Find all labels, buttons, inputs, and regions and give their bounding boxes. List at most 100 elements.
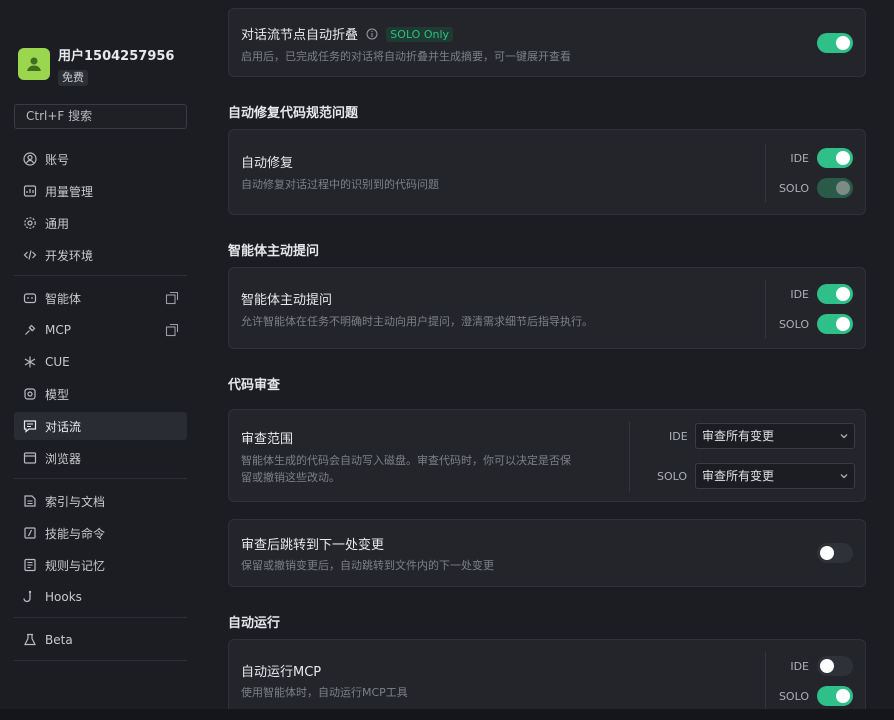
autofix-solo-label: SOLO — [778, 181, 809, 195]
review-solo-select[interactable]: 审查所有变更 — [695, 463, 855, 489]
sidebar-item-rules[interactable]: 规则与记忆 — [14, 551, 187, 579]
solo-only-badge: SOLO Only — [386, 27, 454, 42]
hooks-icon — [22, 589, 38, 605]
user-block: 用户1504257956 免费 — [18, 48, 174, 86]
sidebar-item-label: 通用 — [45, 216, 70, 231]
sidebar-item-hooks[interactable]: Hooks — [14, 583, 187, 611]
sidebar-item-label: MCP — [45, 323, 71, 337]
sidebar-divider — [14, 617, 187, 618]
sidebar-item-label: Beta — [45, 633, 73, 647]
sidebar-item-skills[interactable]: 技能与命令 — [14, 519, 187, 547]
account-icon — [22, 151, 38, 167]
user-name: 用户1504257956 — [58, 49, 175, 64]
jump-card: 审查后跳转到下一处变更 保留或撤销变更后，自动跳转到文件内的下一处变更 — [228, 519, 866, 587]
index-icon — [22, 493, 38, 509]
user-icon — [27, 57, 41, 71]
review-desc-line2: 留或撤销这些改动。 — [241, 471, 340, 484]
sidebar-divider — [14, 478, 187, 479]
external-link-icon[interactable] — [165, 291, 179, 305]
browser-icon — [22, 450, 38, 466]
external-link-icon[interactable] — [165, 323, 179, 337]
ask-solo-toggle[interactable] — [817, 314, 853, 334]
ask-solo-label: SOLO — [778, 317, 809, 331]
sidebar-item-agent[interactable]: 智能体 — [14, 284, 187, 312]
autofix-desc: 自动修复对话过程中的识别到的代码问题 — [241, 178, 439, 191]
jump-toggle[interactable] — [817, 543, 853, 563]
sidebar-item-label: 开发环境 — [45, 248, 94, 263]
ask-ide-toggle[interactable] — [817, 284, 853, 304]
agent-icon — [22, 290, 38, 306]
gear-icon — [22, 215, 38, 231]
autorun-card: 自动运行MCP 使用智能体时，自动运行MCP工具 IDE SOLO — [228, 639, 866, 719]
review-ide-select[interactable]: 审查所有变更 — [695, 423, 855, 449]
sidebar-item-beta[interactable]: Beta — [14, 626, 187, 654]
sidebar-item-account[interactable]: 账号 — [14, 145, 187, 173]
sidebar-item-label: 账号 — [45, 152, 70, 167]
jump-desc: 保留或撤销变更后，自动跳转到文件内的下一处变更 — [241, 559, 494, 572]
sidebar-item-label: 浏览器 — [45, 451, 82, 466]
search-input[interactable]: Ctrl+F 搜索 — [14, 104, 187, 129]
rules-icon — [22, 557, 38, 573]
sidebar-item-label: 用量管理 — [45, 184, 94, 199]
sidebar-item-label: CUE — [45, 355, 70, 369]
sidebar-item-label: 索引与文档 — [45, 494, 106, 509]
autorun-solo-label: SOLO — [778, 689, 809, 703]
sidebar-item-mcp[interactable]: MCP — [14, 316, 187, 344]
autorun-solo-toggle[interactable] — [817, 686, 853, 706]
review-solo-label: SOLO — [657, 470, 688, 483]
ask-ide-label: IDE — [790, 287, 809, 301]
code-icon — [22, 247, 38, 263]
horizontal-scrollbar[interactable] — [0, 709, 894, 720]
review-title: 审查范围 — [241, 432, 294, 447]
review-desc-line1: 智能体生成的代码会自动写入磁盘。审查代码时，你可以决定是否保 — [241, 454, 571, 467]
review-card: 审查范围 智能体生成的代码会自动写入磁盘。审查代码时，你可以决定是否保 留或撤销… — [228, 409, 866, 502]
chevron-down-icon — [840, 474, 848, 479]
autorun-section-title: 自动运行 — [228, 616, 281, 631]
autofix-card: 自动修复 自动修复对话过程中的识别到的代码问题 IDE SOLO — [228, 129, 866, 215]
usage-icon — [22, 183, 38, 199]
review-section-title: 代码审查 — [228, 378, 281, 393]
autofix-solo-toggle[interactable] — [817, 178, 853, 198]
sidebar-item-usage[interactable]: 用量管理 — [14, 177, 187, 205]
jump-title: 审查后跳转到下一处变更 — [241, 538, 385, 553]
sidebar-item-gear[interactable]: 通用 — [14, 209, 187, 237]
sidebar-nav: 账号用量管理通用开发环境智能体 MCP CUE 模型对话流浏览器索引与文档技能与命令规… — [14, 145, 187, 669]
autorun-ide-label: IDE — [790, 659, 809, 673]
review-ide-label: IDE — [669, 430, 688, 443]
sidebar-item-label: 对话流 — [45, 419, 82, 434]
review-divider — [629, 422, 630, 492]
sidebar-item-label: 技能与命令 — [45, 526, 106, 541]
sidebar-item-chat-flow[interactable]: 对话流 — [14, 412, 187, 440]
autorun-title: 自动运行MCP — [241, 665, 322, 680]
sidebar-item-cue[interactable]: CUE — [14, 348, 187, 376]
avatar[interactable] — [18, 48, 50, 80]
cue-icon — [22, 354, 38, 370]
sidebar-item-label: 规则与记忆 — [45, 558, 106, 573]
model-icon — [22, 386, 38, 402]
sidebar-divider — [14, 275, 187, 276]
autorun-desc: 使用智能体时，自动运行MCP工具 — [241, 686, 408, 699]
autofix-section-title: 自动修复代码规范问题 — [228, 106, 359, 121]
fold-toggle[interactable] — [817, 33, 853, 53]
skills-icon — [22, 525, 38, 541]
sidebar-item-model[interactable]: 模型 — [14, 380, 187, 408]
beta-icon — [22, 632, 38, 648]
info-icon[interactable] — [366, 28, 378, 40]
fold-title-row: 对话流节点自动折叠 SOLO Only — [241, 24, 454, 43]
sidebar-item-index[interactable]: 索引与文档 — [14, 487, 187, 515]
sidebar-item-code[interactable]: 开发环境 — [14, 241, 187, 269]
review-ide-value: 审查所有变更 — [702, 429, 775, 443]
review-solo-value: 审查所有变更 — [702, 469, 775, 483]
autofix-title: 自动修复 — [241, 156, 294, 171]
autofix-ide-label: IDE — [790, 151, 809, 165]
sidebar-item-browser[interactable]: 浏览器 — [14, 444, 187, 472]
mcp-icon — [22, 322, 38, 338]
sidebar-item-label: 模型 — [45, 387, 70, 402]
fold-title: 对话流节点自动折叠 — [241, 28, 359, 43]
autorun-ide-toggle[interactable] — [817, 656, 853, 676]
autofix-divider — [765, 144, 766, 202]
autorun-divider — [765, 652, 766, 710]
sidebar: 用户1504257956 免费 Ctrl+F 搜索 账号用量管理通用开发环境智能… — [0, 0, 200, 720]
autofix-ide-toggle[interactable] — [817, 148, 853, 168]
ask-divider — [765, 280, 766, 338]
